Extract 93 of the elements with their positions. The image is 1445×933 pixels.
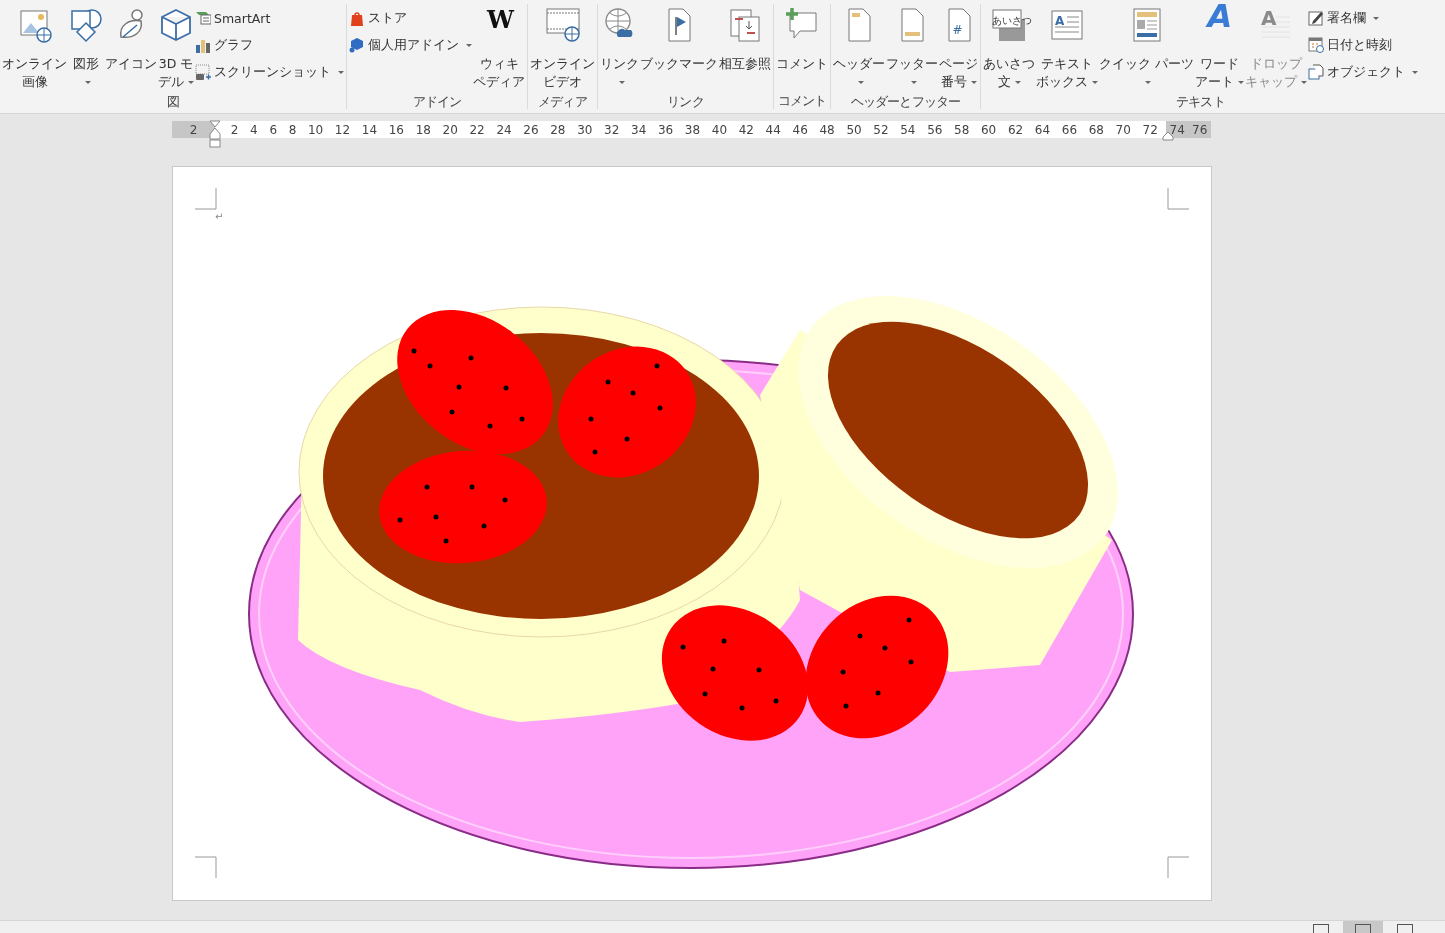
ribbon-icon (727, 7, 763, 43)
ruler-number: 64 (1034, 122, 1051, 137)
ruler-number: 48 (819, 122, 835, 137)
ruler-number: 40 (711, 122, 728, 137)
ribbon-button[interactable]: 個人用アドイン (349, 35, 472, 55)
ribbon-button[interactable]: オンライン ビデオ (530, 4, 595, 93)
ribbon-button[interactable]: クイック パーツ (1099, 4, 1194, 93)
ribbon-icon (1308, 37, 1324, 53)
crop-mark (1167, 856, 1190, 879)
ribbon-button[interactable]: コメント (776, 4, 828, 75)
group-label: 図 (165, 93, 181, 110)
icon-letter: # (952, 22, 963, 39)
ruler-number: 18 (415, 122, 431, 137)
ribbon-button[interactable]: オブジェクト (1308, 62, 1418, 82)
crop-mark (1167, 187, 1190, 210)
ruler-number: 70 (1115, 122, 1131, 137)
ribbon-button[interactable]: 署名欄 (1308, 8, 1418, 28)
crop-mark (194, 187, 217, 210)
ruler-number: 14 (361, 122, 378, 137)
group-label: アドイン (411, 93, 463, 110)
ruler-number: 46 (792, 122, 808, 137)
ribbon-button[interactable]: スクリーンショット (195, 62, 344, 82)
ruler-number: 74 (1169, 122, 1185, 137)
ribbon-icon (68, 7, 104, 43)
ruler-number: 50 (846, 122, 862, 137)
ruler-number: 12 (334, 122, 351, 137)
crop-mark (194, 856, 217, 879)
paragraph-mark: ↵ (215, 211, 224, 223)
ruler-number: 62 (1007, 122, 1024, 137)
ribbon-button[interactable]: オンライン 画像 (2, 4, 67, 93)
ruler-number: 42 (738, 122, 754, 137)
ruler-number: 56 (927, 122, 943, 137)
ribbon-button[interactable]: アイコン (105, 4, 157, 75)
indent-marker[interactable] (209, 120, 221, 148)
ruler-number: 34 (631, 122, 647, 137)
ribbon-icon (544, 7, 581, 43)
ruler-number: 10 (307, 122, 324, 137)
icon-letter: A (1055, 13, 1065, 30)
ribbon-button[interactable]: W ウィキ ペディア (473, 4, 525, 93)
icon-letter: A (1261, 9, 1277, 27)
ruler-number: 16 (388, 122, 404, 137)
ruler-number: 8 (288, 122, 297, 137)
ribbon-button[interactable]: あいさつ あいさつ 文 (983, 4, 1035, 93)
icon-letter: あいさつ (992, 14, 1032, 28)
ruler-number: 2 (189, 122, 198, 137)
ruler-number: 30 (577, 122, 593, 137)
ribbon-button[interactable]: ストア (349, 8, 472, 28)
ruler-number: 72 (1142, 122, 1158, 137)
ruler-number: 38 (684, 122, 701, 137)
ruler-number: 54 (900, 122, 916, 137)
group-label: リンク (666, 93, 705, 110)
ribbon-button[interactable]: フッター (886, 4, 938, 93)
ribbon-icon (1049, 7, 1085, 43)
ruler-number: 6 (269, 122, 277, 137)
ribbon-button[interactable]: ヘッダー (833, 4, 885, 93)
ribbon-icon (1308, 10, 1324, 26)
group-label: テキスト (1175, 93, 1226, 110)
ribbon-button[interactable]: SmartArt (195, 8, 344, 28)
ribbon-button[interactable]: ブックマーク (640, 4, 718, 75)
ribbon-icon (1308, 64, 1324, 80)
ribbon-button[interactable]: A ワード アート (1195, 4, 1244, 93)
ruler-number: 28 (550, 122, 566, 137)
ribbon-button[interactable]: リンク (600, 4, 639, 93)
icon-letter: W (487, 11, 514, 29)
ruler-number: 60 (981, 122, 997, 137)
ruler-number: 22 (469, 122, 485, 137)
ruler-number: 58 (954, 122, 970, 137)
ruler-number: 36 (657, 122, 674, 137)
ruler-number: 26 (523, 122, 539, 137)
ribbon-button[interactable]: 図形 (68, 4, 104, 93)
ribbon-button[interactable]: グラフ (195, 35, 344, 55)
ruler-number: 24 (496, 122, 512, 137)
ruler-number: 20 (442, 122, 458, 137)
ruler-number: 52 (873, 122, 889, 137)
ruler-number: 32 (604, 122, 620, 137)
ribbon-button[interactable]: A テキスト ボックス (1036, 4, 1098, 93)
ribbon-icon (195, 64, 211, 80)
group-label: メディア (537, 93, 588, 110)
view-button[interactable] (1343, 921, 1383, 933)
ruler-number: 44 (765, 122, 781, 137)
ruler-number: 76 (1192, 122, 1208, 137)
ribbon-button[interactable]: 日付と時刻 (1308, 35, 1418, 55)
group-label: ヘッダーとフッター (850, 93, 961, 110)
ruler-number: 68 (1088, 122, 1104, 137)
group-label: コメント (776, 92, 828, 109)
ribbon-icon (349, 37, 365, 53)
ribbon-button[interactable]: # ページ 番号 (939, 4, 978, 93)
ruler-number: 2 (230, 122, 239, 137)
ribbon-button[interactable]: 相互参照 (719, 4, 771, 75)
ribbon-icon (349, 10, 365, 26)
ribbon-button[interactable]: 3D モ デル (158, 4, 194, 93)
ruler-number: 66 (1061, 122, 1078, 137)
ruler-number: 4 (250, 122, 258, 137)
